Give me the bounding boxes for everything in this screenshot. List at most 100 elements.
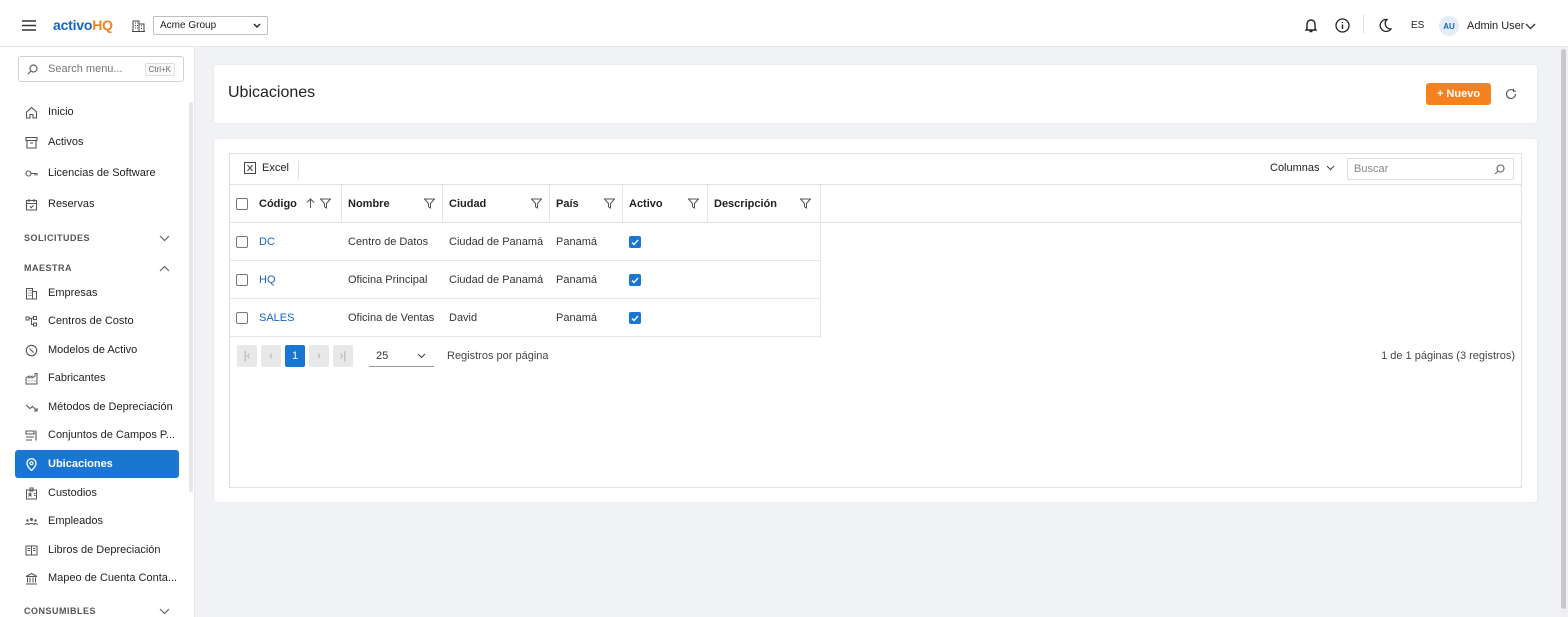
filter-icon[interactable] bbox=[800, 198, 811, 209]
check-icon bbox=[631, 277, 639, 284]
avatar[interactable]: AU bbox=[1439, 16, 1459, 36]
filter-icon[interactable] bbox=[320, 198, 331, 209]
sidebar-item-centros-de-costo[interactable]: Centros de Costo bbox=[15, 308, 179, 334]
search-icon bbox=[27, 63, 38, 74]
cell-descripcion bbox=[708, 223, 714, 261]
page-size-select[interactable]: 25 bbox=[369, 345, 434, 367]
row-checkbox[interactable] bbox=[236, 236, 248, 248]
building-icon bbox=[26, 287, 37, 299]
row-checkbox[interactable] bbox=[236, 312, 248, 324]
grid-search-input[interactable]: Buscar bbox=[1347, 158, 1514, 180]
cell-codigo[interactable]: SALES bbox=[253, 299, 294, 337]
section-maestra[interactable]: MAESTRA bbox=[24, 263, 174, 273]
column-header-nombre[interactable]: Nombre bbox=[342, 185, 443, 223]
sidebar-item-mapeo-de-cuenta[interactable]: Mapeo de Cuenta Conta... bbox=[15, 565, 179, 591]
first-page-button[interactable]: |‹ bbox=[237, 345, 257, 367]
moon-icon[interactable] bbox=[1378, 18, 1392, 33]
search-shortcut-badge: Ctrl+K bbox=[144, 63, 175, 76]
brand-accent-text: HQ bbox=[92, 17, 113, 33]
filter-icon[interactable] bbox=[531, 198, 542, 209]
user-name[interactable]: Admin User bbox=[1467, 20, 1524, 32]
cell-ciudad: Ciudad de Panamá bbox=[449, 274, 544, 286]
sidebar-item-conjuntos-de-campos[interactable]: Conjuntos de Campos P... bbox=[15, 422, 179, 448]
hamburger-menu-icon[interactable] bbox=[22, 20, 36, 31]
sidebar-item-label: Custodios bbox=[48, 487, 97, 499]
current-page-button[interactable]: 1 bbox=[285, 345, 305, 367]
last-page-button[interactable]: ›| bbox=[333, 345, 353, 367]
sidebar-item-empresas[interactable]: Empresas bbox=[15, 280, 179, 306]
cell-pais: Panamá bbox=[556, 312, 597, 324]
sidebar-item-libros-de-depreciacion[interactable]: Libros de Depreciación bbox=[15, 537, 179, 563]
sidebar-item-empleados[interactable]: Empleados bbox=[15, 508, 179, 534]
row-select-cell bbox=[230, 223, 248, 261]
sidebar-scrollbar[interactable] bbox=[189, 102, 193, 492]
pagination-summary: 1 de 1 páginas (3 registros) bbox=[1381, 350, 1515, 362]
column-header-pais[interactable]: País bbox=[550, 185, 623, 223]
excel-export-button[interactable]: Excel bbox=[244, 162, 289, 174]
new-button[interactable]: + Nuevo bbox=[1426, 83, 1491, 105]
cell-ciudad: David bbox=[449, 312, 478, 324]
select-all-checkbox[interactable] bbox=[236, 198, 248, 210]
column-header-ciudad[interactable]: Ciudad bbox=[443, 185, 550, 223]
company-select[interactable]: Acme Group bbox=[153, 16, 268, 35]
column-header-label: Activo bbox=[629, 198, 663, 210]
sidebar-item-reservas[interactable]: Reservas bbox=[15, 191, 179, 217]
filter-icon[interactable] bbox=[424, 198, 435, 209]
table-row[interactable]: DC Centro de Datos Ciudad de Panamá Pana… bbox=[230, 223, 820, 261]
section-consumibles[interactable]: CONSUMIBLES bbox=[24, 606, 174, 616]
pagination-bar: |‹ ‹ 1 › ›| 25 Registros por página 1 de… bbox=[230, 339, 1521, 373]
filter-icon[interactable] bbox=[604, 198, 615, 209]
next-page-button[interactable]: › bbox=[309, 345, 329, 367]
cell-codigo[interactable]: HQ bbox=[253, 261, 276, 299]
info-icon[interactable] bbox=[1335, 18, 1350, 33]
bell-icon[interactable] bbox=[1305, 18, 1317, 33]
sort-ascending-icon[interactable] bbox=[306, 198, 315, 209]
chevron-down-icon bbox=[1326, 165, 1334, 171]
column-header-descripcion[interactable]: Descripción bbox=[708, 185, 821, 223]
column-header-activo[interactable]: Activo bbox=[623, 185, 708, 223]
trend-down-icon bbox=[25, 404, 38, 412]
factory-icon bbox=[25, 372, 38, 384]
section-label: SOLICITUDES bbox=[24, 233, 91, 243]
divider bbox=[298, 161, 299, 179]
prev-page-button[interactable]: ‹ bbox=[261, 345, 281, 367]
brand-main-text: activo bbox=[53, 17, 93, 33]
cell-codigo[interactable]: DC bbox=[253, 223, 275, 261]
archive-icon bbox=[25, 136, 38, 149]
chevron-down-icon bbox=[159, 608, 170, 614]
sidebar-item-label: Conjuntos de Campos P... bbox=[48, 429, 175, 441]
table-row[interactable]: SALES Oficina de Ventas David Panamá bbox=[230, 299, 820, 337]
sidebar-item-custodios[interactable]: Custodios bbox=[15, 480, 179, 506]
chevron-down-icon bbox=[417, 353, 426, 358]
sidebar-item-label: Libros de Depreciación bbox=[48, 544, 161, 556]
filter-icon[interactable] bbox=[688, 198, 699, 209]
columns-label: Columnas bbox=[1270, 162, 1320, 174]
select-all-cell bbox=[230, 185, 253, 223]
cell-pais: Panamá bbox=[556, 274, 597, 286]
sidebar-item-licencias[interactable]: Licencias de Software bbox=[15, 160, 179, 186]
column-header-codigo[interactable]: Código bbox=[253, 185, 342, 223]
chevron-down-icon[interactable] bbox=[1525, 23, 1536, 30]
menu-search-input[interactable]: Search menu... Ctrl+K bbox=[18, 56, 184, 82]
cell-nombre: Oficina Principal bbox=[348, 274, 428, 286]
refresh-icon[interactable] bbox=[1505, 88, 1517, 100]
column-header-label: Ciudad bbox=[449, 198, 487, 210]
scrollbar-thumb[interactable] bbox=[1561, 49, 1566, 609]
search-icon bbox=[1494, 164, 1505, 175]
sidebar-item-metodos-de-depreciacion[interactable]: Métodos de Depreciación bbox=[15, 394, 179, 420]
section-solicitudes[interactable]: SOLICITUDES bbox=[24, 233, 174, 243]
language-toggle[interactable]: ES bbox=[1411, 20, 1424, 31]
page-scrollbar[interactable] bbox=[1559, 47, 1568, 617]
sidebar-item-activos[interactable]: Activos bbox=[15, 129, 179, 155]
row-checkbox[interactable] bbox=[236, 274, 248, 286]
sidebar-item-modelos-de-activo[interactable]: Modelos de Activo bbox=[15, 337, 179, 363]
sidebar-item-ubicaciones[interactable]: Ubicaciones bbox=[15, 450, 179, 478]
table-row[interactable]: HQ Oficina Principal Ciudad de Panamá Pa… bbox=[230, 261, 820, 299]
sidebar-item-inicio[interactable]: Inicio bbox=[15, 99, 179, 125]
model-icon bbox=[25, 344, 38, 356]
users-icon bbox=[25, 517, 38, 525]
sidebar-item-label: Centros de Costo bbox=[48, 315, 134, 327]
calendar-icon bbox=[25, 198, 38, 211]
columns-button[interactable]: Columnas bbox=[1270, 162, 1335, 174]
sidebar-item-fabricantes[interactable]: Fabricantes bbox=[15, 365, 179, 391]
